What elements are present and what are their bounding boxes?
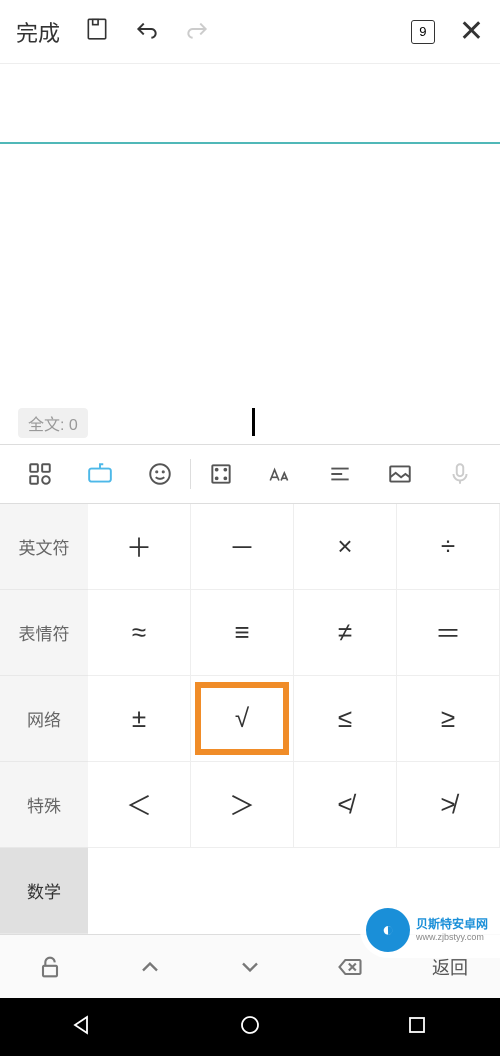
lock-icon[interactable] (0, 953, 100, 981)
symbol-key[interactable]: ± (88, 676, 191, 762)
align-icon[interactable] (310, 461, 370, 487)
symbol-key[interactable]: ≯ (397, 762, 500, 848)
android-nav-bar (0, 998, 500, 1056)
watermark-logo: ◐ (366, 908, 410, 952)
symbol-key[interactable]: ≠ (294, 590, 397, 676)
watermark: ◐ 贝斯特安卓网 www.zjbstyy.com (360, 902, 500, 958)
symbol-key[interactable]: ≡ (191, 590, 294, 676)
done-button[interactable]: 完成 (16, 16, 60, 48)
symbol-key[interactable]: √ (191, 676, 294, 762)
category-sidebar: 英文符 表情符 网络 特殊 数学 (0, 504, 88, 934)
symbol-key[interactable]: ≤ (294, 676, 397, 762)
nav-home-icon[interactable] (238, 1013, 262, 1042)
save-icon[interactable] (84, 16, 110, 47)
keyboard-icon[interactable] (70, 461, 130, 487)
fullscreen-icon[interactable] (191, 461, 251, 487)
apps-icon[interactable] (10, 461, 70, 487)
symbol-key[interactable]: ＝ (397, 590, 500, 676)
category-math[interactable]: 数学 (0, 848, 88, 934)
category-network[interactable]: 网络 (0, 676, 88, 762)
down-icon[interactable] (200, 953, 300, 981)
watermark-brand: 贝斯特安卓网 (416, 917, 488, 931)
undo-icon[interactable] (134, 16, 160, 47)
text-cursor (252, 408, 255, 436)
category-emoji[interactable]: 表情符 (0, 590, 88, 676)
symbol-key[interactable]: ≮ (294, 762, 397, 848)
symbol-key[interactable]: ÷ (397, 504, 500, 590)
mic-icon[interactable] (430, 461, 490, 487)
symbol-key[interactable]: ≥ (397, 676, 500, 762)
close-icon[interactable]: ✕ (459, 14, 484, 49)
nav-back-icon[interactable] (71, 1013, 95, 1042)
page-number-icon[interactable]: 9 (411, 20, 435, 44)
image-icon[interactable] (370, 461, 430, 487)
editor-body[interactable]: 全文: 0 (0, 144, 500, 444)
category-special[interactable]: 特殊 (0, 762, 88, 848)
emoji-icon[interactable] (130, 461, 190, 487)
watermark-url: www.zjbstyy.com (416, 932, 488, 943)
word-count-badge: 全文: 0 (18, 408, 88, 438)
symbol-key[interactable]: ＜ (88, 762, 191, 848)
symbol-key[interactable]: ＞ (191, 762, 294, 848)
symbol-key[interactable]: ＋ (88, 504, 191, 590)
symbol-key[interactable]: ≈ (88, 590, 191, 676)
font-icon[interactable] (251, 461, 311, 487)
redo-icon (184, 16, 210, 47)
category-english[interactable]: 英文符 (0, 504, 88, 590)
title-field[interactable] (0, 64, 500, 144)
symbol-key[interactable]: × (294, 504, 397, 590)
nav-recent-icon[interactable] (405, 1013, 429, 1042)
up-icon[interactable] (100, 953, 200, 981)
symbol-key[interactable]: － (191, 504, 294, 590)
symbol-grid: ＋－×÷ ≈≡≠＝ ±√≤≥ ＜＞≮≯ (88, 504, 500, 934)
